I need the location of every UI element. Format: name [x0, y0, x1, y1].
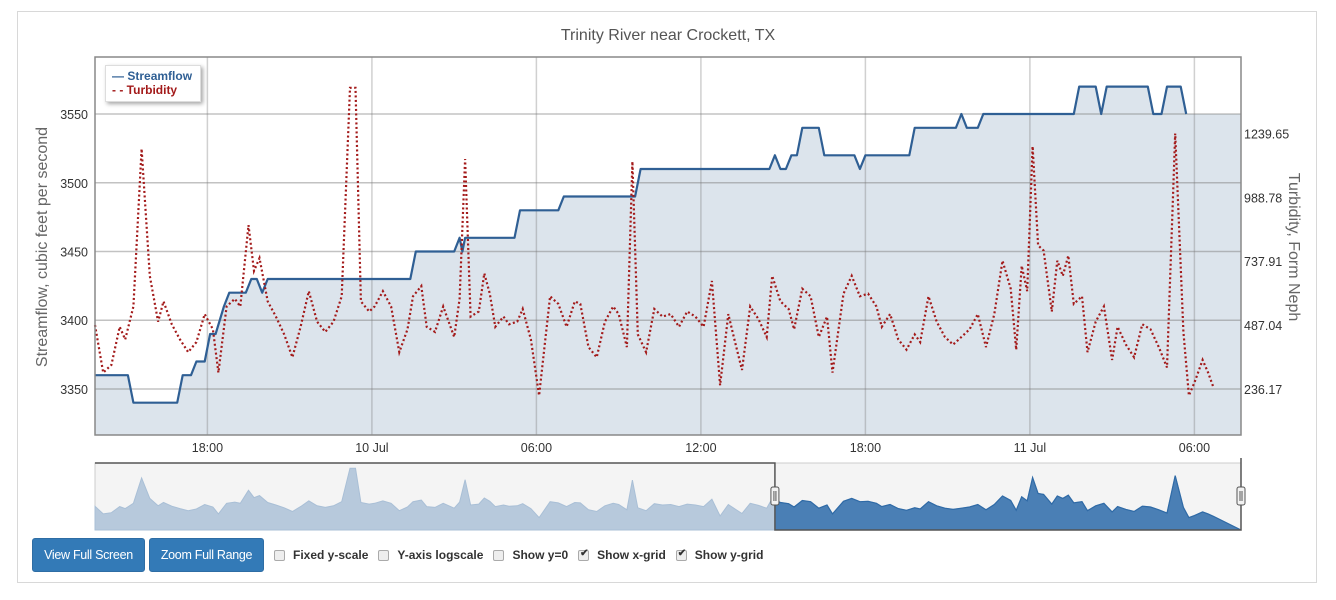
checkbox-label: Y-axis logscale	[397, 548, 484, 562]
x-tick-label: 18:00	[850, 441, 881, 455]
x-tick-label: 06:00	[1179, 441, 1210, 455]
checkbox-label: Fixed y-scale	[293, 548, 369, 562]
x-tick-label: 12:00	[685, 441, 716, 455]
legend: — Streamflow - - Turbidity	[105, 65, 202, 102]
y-axis-logscale-checkbox[interactable]: Y-axis logscale	[378, 548, 483, 562]
x-tick-label: 06:00	[521, 441, 552, 455]
legend-swatch-turbidity: - -	[112, 83, 124, 97]
chart-title: Trinity River near Crockett, TX	[561, 27, 776, 44]
legend-item-turbidity: - - Turbidity	[112, 83, 192, 97]
checkbox-box[interactable]	[578, 548, 590, 561]
y-axis-title: Streamflow, cubic feet per second	[34, 127, 51, 367]
y-tick-label: 3350	[60, 383, 88, 397]
y2-tick-label: 236.17	[1244, 383, 1282, 397]
checkbox-box[interactable]	[493, 549, 505, 561]
x-tick-label: 18:00	[192, 441, 223, 455]
y2-tick-label: 988.78	[1244, 191, 1282, 205]
y2-tick-label: 487.04	[1244, 319, 1282, 333]
handle-grip[interactable]	[1236, 486, 1246, 506]
range-navigator[interactable]	[94, 458, 1246, 531]
chart-controls: View Full Screen Zoom Full Range Fixed y…	[32, 538, 767, 572]
y2-axis-title: Turbidity, Form Neph	[1285, 173, 1302, 321]
fixed-y-scale-checkbox[interactable]: Fixed y-scale	[274, 548, 368, 562]
legend-label-turbidity: Turbidity	[126, 83, 178, 97]
show-x-grid-checkbox[interactable]: Show x-grid	[578, 548, 666, 562]
view-full-screen-button[interactable]: View Full Screen	[32, 538, 145, 572]
checkbox-label: Show y=0	[512, 548, 569, 562]
show-y-grid-checkbox[interactable]: Show y-grid	[675, 548, 764, 562]
legend-item-streamflow: — Streamflow	[112, 69, 192, 83]
legend-label-streamflow: Streamflow	[127, 69, 193, 83]
y-tick-label: 3450	[60, 245, 88, 259]
navigator-handle-left[interactable]	[770, 486, 780, 506]
checkbox-label: Show x-grid	[597, 548, 666, 562]
y-tick-label: 3400	[60, 314, 88, 328]
checkbox-box[interactable]	[274, 549, 285, 561]
handle-grip[interactable]	[770, 486, 780, 506]
navigator-handle-right[interactable]	[1236, 486, 1246, 506]
y2-tick-label: 1239.65	[1244, 128, 1289, 142]
checkbox-box[interactable]	[378, 549, 390, 561]
zoom-full-range-button[interactable]: Zoom Full Range	[149, 538, 264, 572]
x-tick-label: 11 Jul	[1014, 441, 1046, 455]
legend-swatch-streamflow: —	[112, 69, 124, 83]
checkbox-label: Show y-grid	[694, 548, 764, 562]
y-tick-label: 3550	[60, 108, 88, 122]
y2-tick-label: 737.91	[1244, 255, 1282, 269]
x-tick-label: 10 Jul	[355, 441, 388, 455]
y-tick-label: 3500	[60, 177, 88, 191]
checkbox-box[interactable]	[675, 548, 687, 561]
show-y0-checkbox[interactable]: Show y=0	[493, 548, 568, 562]
